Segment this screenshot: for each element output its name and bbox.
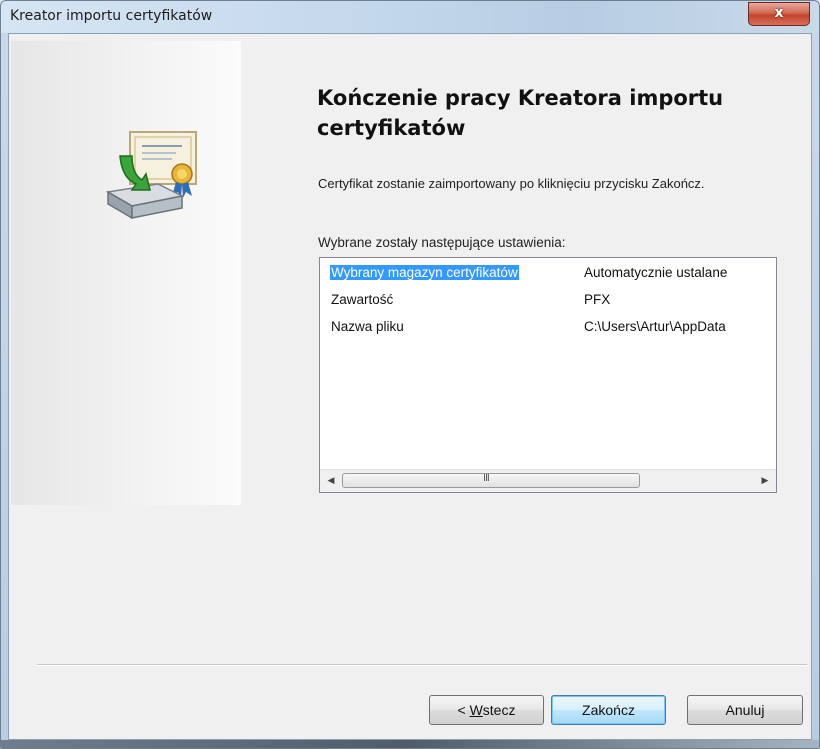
list-item[interactable]: Zawartość PFX	[320, 291, 776, 311]
close-button[interactable]: x	[748, 2, 810, 26]
settings-label: Wybrane zostały następujące ustawienia:	[318, 235, 566, 250]
scroll-right-icon[interactable]: ▶	[758, 474, 772, 488]
settings-list[interactable]: Wybrany magazyn certyfikatów Automatyczn…	[319, 257, 777, 493]
description-text: Certyfikat zostanie zaimportowany po kli…	[318, 176, 705, 191]
setting-value: C:\Users\Artur\AppData	[584, 319, 726, 334]
certificate-import-icon	[105, 131, 197, 220]
setting-value: Automatycznie ustalane	[584, 265, 728, 280]
horizontal-scrollbar[interactable]: ◀ III ▶	[320, 469, 776, 492]
scroll-left-icon[interactable]: ◀	[324, 474, 338, 488]
setting-value: PFX	[584, 292, 611, 307]
page-title: Kończenie pracy Kreatora importu certyfi…	[317, 86, 724, 140]
back-prefix: <	[457, 702, 470, 718]
close-icon: x	[774, 5, 784, 21]
back-button[interactable]: < Wstecz	[429, 695, 544, 725]
finish-button[interactable]: Zakończ	[551, 695, 666, 725]
window-title: Kreator importu certyfikatów	[10, 8, 213, 24]
window-bottom-edge	[1, 740, 819, 748]
list-item[interactable]: Nazwa pliku C:\Users\Artur\AppData	[320, 318, 776, 338]
back-mnemonic: W	[469, 702, 483, 718]
scroll-thumb[interactable]: III	[342, 473, 640, 488]
cancel-button[interactable]: Anuluj	[687, 695, 803, 725]
wizard-side-panel	[11, 41, 241, 505]
back-label-rest: stecz	[482, 702, 516, 718]
setting-name: Nazwa pliku	[331, 319, 404, 334]
setting-name: Zawartość	[331, 292, 394, 307]
divider	[37, 664, 807, 666]
list-item[interactable]: Wybrany magazyn certyfikatów Automatyczn…	[320, 264, 776, 284]
title-bar[interactable]: Kreator importu certyfikatów x	[1, 1, 819, 33]
setting-name: Wybrany magazyn certyfikatów	[330, 265, 519, 280]
scroll-grip-icon: III	[483, 473, 490, 484]
dialog-window: Kreator importu certyfikatów x Kończenie…	[0, 0, 820, 749]
